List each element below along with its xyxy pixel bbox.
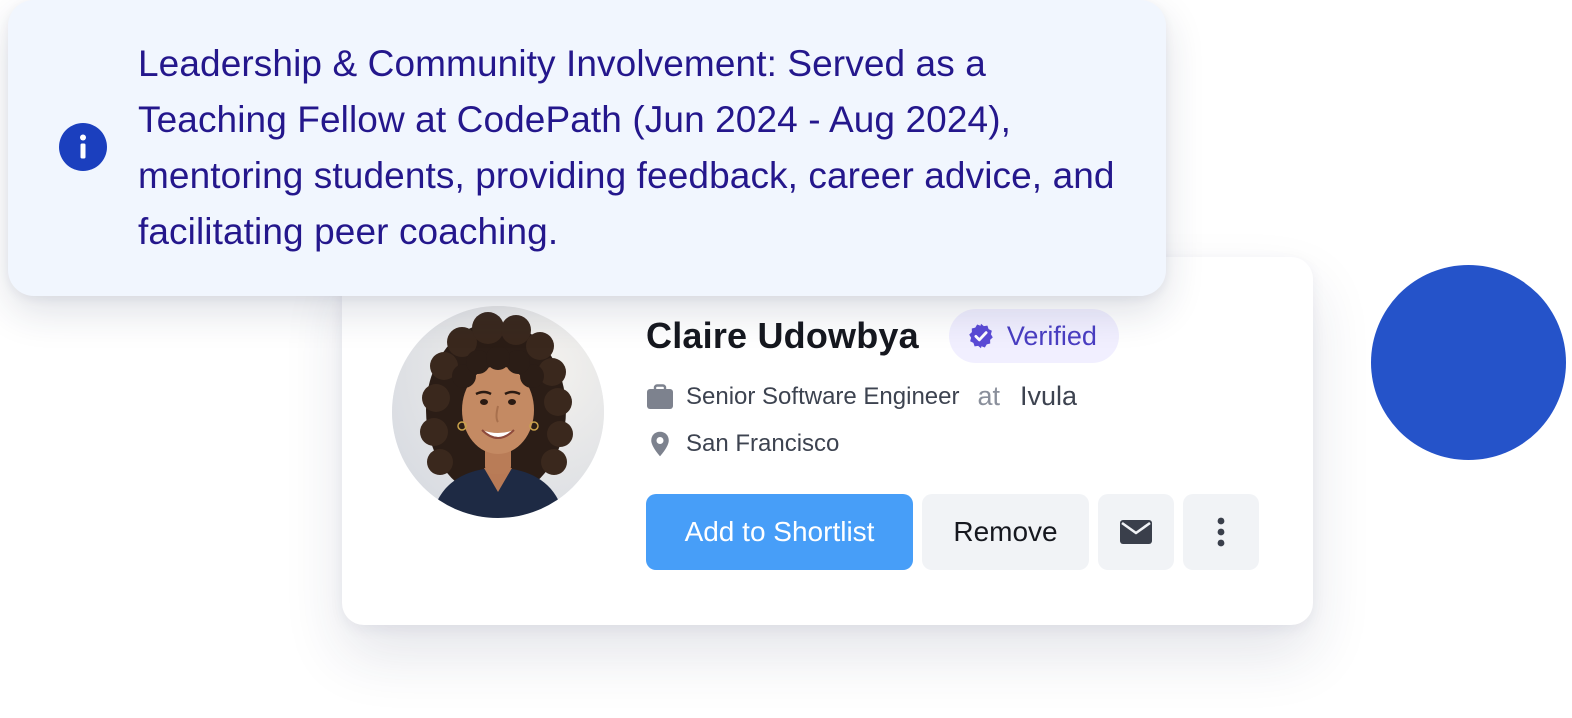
stage: Claire Udowbya Verified Senior Software … [0,0,1572,718]
job-row: Senior Software Engineer at Ivula [646,381,1077,412]
company-name: Ivula [1020,381,1078,411]
avatar-image [392,306,604,518]
verified-badge-icon [969,323,993,349]
job-title: Senior Software Engineer [686,382,960,410]
info-icon [59,123,107,171]
location-text: San Francisco [686,430,840,457]
job-at-word: at [977,381,1001,411]
verified-badge: Verified [948,309,1119,363]
location-row: San Francisco [646,430,839,458]
name-row: Claire Udowbya Verified [646,309,1119,363]
banner-text: Leadership & Community Involvement: Serv… [138,43,1115,252]
more-vertical-icon [1217,517,1225,547]
decorative-circle [1371,265,1566,460]
candidate-name: Claire Udowbya [646,315,919,356]
mail-icon [1120,520,1152,544]
avatar [392,306,604,518]
candidate-card: Claire Udowbya Verified Senior Software … [342,257,1313,625]
message-button[interactable] [1098,494,1174,570]
remove-button[interactable]: Remove [922,494,1089,570]
add-to-shortlist-button[interactable]: Add to Shortlist [646,494,913,570]
verified-label: Verified [1006,320,1097,351]
action-bar: Add to Shortlist Remove [646,494,1259,570]
more-options-button[interactable] [1183,494,1259,570]
briefcase-icon [647,383,673,409]
info-banner: Leadership & Community Involvement: Serv… [8,0,1166,296]
location-pin-icon [651,431,669,457]
